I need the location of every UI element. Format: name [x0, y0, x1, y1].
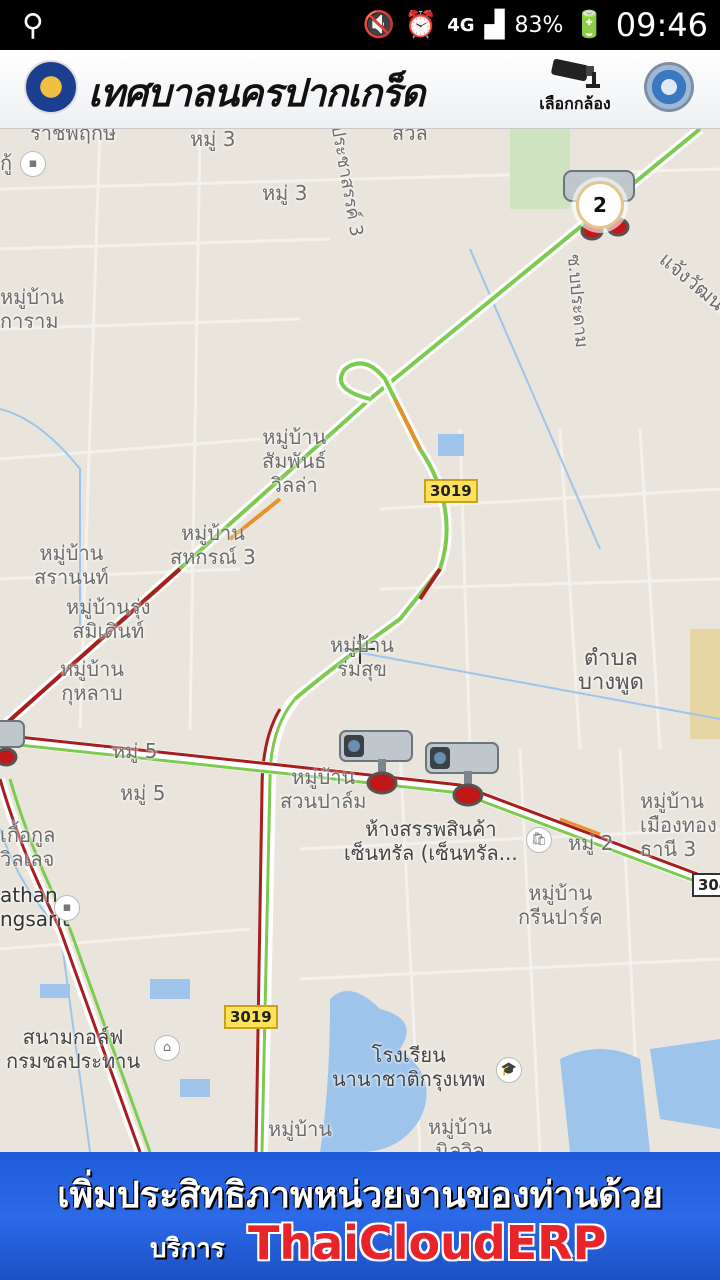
map-label: หมู่ 3 [262, 181, 308, 205]
map-label: หมู่บ้าน กุหลาบ [60, 657, 124, 705]
select-camera-label: เลือกกล้อง [539, 94, 611, 113]
map-label: หมู่บ้านรุ่ง สมิเดินท์ [66, 595, 151, 643]
route-shield-304: 304 [692, 873, 720, 897]
ad-headline: เพิ่มประสิทธิภาพหน่วยงานของท่านด้วย [57, 1175, 663, 1216]
school-poi-icon[interactable]: 🎓 [496, 1057, 522, 1083]
battery-percent: 83% [514, 12, 564, 38]
landmark-poi-icon[interactable]: ⌂ [154, 1035, 180, 1061]
route-shield-3019: 3019 [424, 479, 478, 503]
cctv-camera-icon [425, 742, 499, 807]
map-label: หมู่ 5 [112, 739, 158, 763]
mute-icon: 🔇 [362, 10, 395, 40]
map-label: หมู่บ้าน สหกรณ์ 3 [170, 521, 256, 569]
status-bar: ⚲ 🔇 ⏰ 4G ▟ 83% 🔋 09:46 [0, 0, 720, 50]
app-bar: เทศบาลนครปากเกร็ด เลือกกล้อง [0, 50, 720, 129]
map-label: หมู่บ้าน เมืองทอง ธานี 3 [640, 789, 717, 861]
map-label: หมู่บ้าน กรีนปาร์ค [518, 881, 603, 929]
map-label: สนามกอล์ฟ กรมชลประทาน [6, 1025, 141, 1073]
shopping-poi-icon[interactable]: 🛍 [526, 827, 552, 853]
map-label: หมู่บ้าน นิลวิล [428, 1115, 492, 1152]
battery-icon: 🔋 [573, 10, 606, 40]
map-label: ห้างสรรพสินค้า เซ็นทรัล (เซ็นทรัล... [344, 817, 518, 865]
place-poi-icon[interactable]: ▪ [20, 151, 46, 177]
map-label: หมู่บ้าน การาม [0, 285, 64, 333]
municipality-logo [24, 60, 78, 114]
map-view[interactable]: ราชพฤกษ์ สวล กู้ หมู่ 3 หมู่ 3 ประชาสรรค… [0, 129, 720, 1152]
map-label: หมู่บ้าน [268, 1117, 332, 1141]
settings-gear-icon[interactable] [644, 62, 694, 112]
place-poi-icon[interactable]: ▪ [54, 895, 80, 921]
map-label: หมู่ 3 [190, 129, 236, 151]
map-label: ตำบล บางพูด [578, 646, 644, 695]
network-type: 4G [447, 14, 475, 36]
map-label: เกื้อกูล วิลเลจ [0, 823, 56, 871]
signal-icon: ▟ [484, 10, 505, 40]
alarm-icon: ⏰ [404, 10, 438, 40]
map-label: หมู่บ้าน ร่มสุข [330, 633, 394, 681]
map-label: สวล [392, 129, 428, 145]
map-label: หมู่ 2 [568, 831, 614, 855]
clock: 09:46 [615, 6, 708, 44]
select-camera-button[interactable]: เลือกกล้อง [532, 58, 618, 117]
ad-banner[interactable]: เพิ่มประสิทธิภาพหน่วยงานของท่านด้วย บริก… [0, 1152, 720, 1280]
ad-brand: ThaiCloudERP [248, 1216, 607, 1270]
land-area [690, 629, 720, 739]
status-icons: 🔇 ⏰ 4G ▟ 83% 🔋 09:46 [362, 0, 708, 50]
map-label: กู้ [0, 151, 13, 175]
cctv-camera-icon [0, 720, 25, 767]
ad-service-label: บริการ [150, 1234, 225, 1264]
cctv-camera-icon [548, 58, 602, 90]
map-label: โรงเรียน นานาชาติกรุงเทพ [332, 1043, 486, 1091]
usb-icon: ⚲ [22, 8, 44, 43]
cluster-count-badge[interactable]: 2 [576, 181, 624, 229]
map-label: ราชพฤกษ์ [30, 129, 117, 145]
map-label: หมู่ 5 [120, 781, 166, 805]
route-shield-3019: 3019 [224, 1005, 278, 1029]
map-label: หมู่บ้าน สัมพันธ์ วิลล่า [262, 425, 327, 497]
map-label: หมู่บ้าน สรานนท์ [34, 541, 109, 589]
app-title: เทศบาลนครปากเกร็ด [88, 71, 425, 115]
cctv-camera-icon [339, 730, 413, 795]
